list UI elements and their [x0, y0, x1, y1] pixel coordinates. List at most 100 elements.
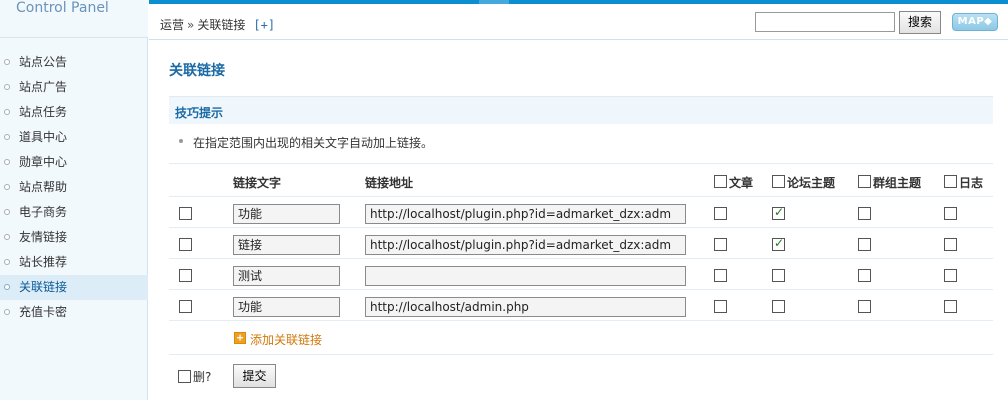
bullet-icon [4, 134, 10, 140]
sidebar-item-help[interactable]: 站点帮助 [0, 175, 148, 200]
link-url-input[interactable]: http://localhost/admin.php [365, 297, 686, 317]
main-content: 关联链接 技巧提示 在指定范围内出现的相关文字自动加上链接。 链接文字 链接地址… [149, 41, 1008, 400]
blog-checkbox[interactable] [944, 207, 957, 220]
select-all-blog-checkbox[interactable] [944, 175, 957, 188]
add-link-button[interactable]: 添加关联链接 [250, 331, 322, 348]
sidebar-item-label: 站点公告 [19, 55, 68, 69]
bullet-icon [4, 284, 10, 290]
sidebar-item-medals[interactable]: 勋章中心 [0, 150, 148, 175]
search-button[interactable]: 搜索 [899, 11, 941, 34]
article-checkbox[interactable] [714, 207, 727, 220]
delete-label: 删? [193, 370, 212, 384]
table-row: 测试 [169, 259, 993, 290]
plus-icon[interactable]: + [234, 332, 246, 344]
header: 运营» 关联链接 [+] 搜索 MAP◆ [149, 4, 1008, 40]
sidebar-nav: 站点公告 站点广告 站点任务 道具中心 勋章中心 站点帮助 电子商务 友情链接 … [0, 50, 148, 325]
blog-checkbox[interactable] [944, 300, 957, 313]
select-all-forum-checkbox[interactable] [772, 175, 785, 188]
blog-checkbox[interactable] [944, 238, 957, 251]
column-header-article: 文章 [729, 176, 754, 190]
sidebar-item-label: 站长推荐 [19, 255, 68, 269]
forum-checkbox[interactable] [772, 300, 785, 313]
tips-box: 技巧提示 [169, 96, 993, 124]
table-row: 链接 http://localhost/plugin.php?id=admark… [169, 228, 993, 259]
group-checkbox[interactable] [858, 238, 871, 251]
link-url-input[interactable]: http://localhost/plugin.php?id=admarket_… [365, 235, 686, 255]
bullet-icon [4, 84, 10, 90]
blog-checkbox[interactable] [944, 269, 957, 282]
forum-checkbox[interactable] [772, 269, 785, 282]
article-checkbox[interactable] [714, 300, 727, 313]
sidebar-item-friendlinks[interactable]: 友情链接 [0, 225, 148, 250]
sidebar-item-label: 道具中心 [19, 130, 68, 144]
sidebar-item-label: 电子商务 [19, 205, 68, 219]
column-header-text: 链接文字 [233, 176, 282, 190]
article-checkbox[interactable] [714, 269, 727, 282]
article-checkbox[interactable] [714, 238, 727, 251]
select-all-article-checkbox[interactable] [714, 175, 727, 188]
logo-text: Control Panel [16, 0, 109, 16]
row-delete-checkbox[interactable] [179, 238, 192, 251]
table-row: 功能 http://localhost/admin.php [169, 290, 993, 321]
delete-all-checkbox[interactable] [178, 370, 191, 383]
sidebar: Control Panel 站点公告 站点广告 站点任务 道具中心 勋章中心 站… [0, 0, 148, 400]
link-url-input[interactable]: http://localhost/plugin.php?id=admarket_… [365, 204, 686, 224]
breadcrumb-item-operations[interactable]: 运营 [160, 18, 184, 32]
bullet-icon [4, 159, 10, 165]
sidebar-item-related-links[interactable]: 关联链接 [0, 275, 148, 300]
sidebar-item-ecommerce[interactable]: 电子商务 [0, 200, 148, 225]
forum-checkbox[interactable] [772, 236, 785, 251]
column-header-group: 群组主题 [873, 176, 922, 190]
link-url-input[interactable] [365, 266, 686, 286]
column-header-url: 链接地址 [365, 176, 414, 190]
table-header: 链接文字 链接地址 文章 论坛主题 群组主题 日志 [169, 163, 993, 197]
row-delete-checkbox[interactable] [179, 269, 192, 282]
logo: Control Panel [0, 0, 148, 38]
add-shortcut-link[interactable]: [+] [253, 18, 275, 32]
breadcrumb: 运营» 关联链接 [+] [160, 16, 275, 33]
sidebar-item-recommend[interactable]: 站长推荐 [0, 250, 148, 275]
group-checkbox[interactable] [858, 300, 871, 313]
link-text-input[interactable]: 功能 [233, 297, 340, 317]
sidebar-item-label: 友情链接 [19, 230, 68, 244]
row-delete-checkbox[interactable] [179, 300, 192, 313]
bullet-icon [4, 209, 10, 215]
group-checkbox[interactable] [858, 269, 871, 282]
breadcrumb-separator: » [187, 18, 195, 32]
sidebar-item-announcement[interactable]: 站点公告 [0, 50, 148, 75]
forum-checkbox[interactable] [772, 205, 785, 220]
column-header-forum: 论坛主题 [787, 176, 836, 190]
group-checkbox[interactable] [858, 207, 871, 220]
column-header-blog: 日志 [959, 176, 984, 190]
sidebar-item-label: 站点帮助 [19, 180, 68, 194]
link-text-input[interactable]: 测试 [233, 266, 340, 286]
table-row: 功能 http://localhost/plugin.php?id=admark… [169, 197, 993, 228]
sidebar-item-cardkeys[interactable]: 充值卡密 [0, 300, 148, 325]
row-delete-checkbox[interactable] [179, 207, 192, 220]
sidebar-item-props[interactable]: 道具中心 [0, 125, 148, 150]
tip-text: 在指定范围内出现的相关文字自动加上链接。 [193, 136, 434, 150]
page-title: 关联链接 [169, 63, 225, 79]
sidebar-item-tasks[interactable]: 站点任务 [0, 100, 148, 125]
bullet-icon [4, 109, 10, 115]
add-row: + 添加关联链接 [169, 322, 993, 355]
bullet-icon [4, 259, 10, 265]
search-input[interactable] [755, 12, 895, 32]
tips-title: 技巧提示 [175, 106, 224, 120]
link-text-input[interactable]: 功能 [233, 204, 340, 224]
bullet-icon [4, 184, 10, 190]
breadcrumb-item-current: 关联链接 [197, 18, 246, 32]
sidebar-item-label: 站点广告 [19, 80, 68, 94]
sidebar-item-label: 勋章中心 [19, 155, 68, 169]
sidebar-item-ads[interactable]: 站点广告 [0, 75, 148, 100]
bullet-icon [4, 234, 10, 240]
sidebar-item-label: 关联链接 [19, 280, 68, 294]
bullet-icon [4, 309, 10, 315]
submit-button[interactable]: 提交 [233, 364, 276, 388]
sidebar-item-label: 站点任务 [19, 105, 68, 119]
link-text-input[interactable]: 链接 [233, 235, 340, 255]
bullet-icon [4, 59, 10, 65]
select-all-group-checkbox[interactable] [858, 175, 871, 188]
sidebar-item-label: 充值卡密 [19, 305, 68, 319]
map-button[interactable]: MAP◆ [952, 13, 998, 31]
